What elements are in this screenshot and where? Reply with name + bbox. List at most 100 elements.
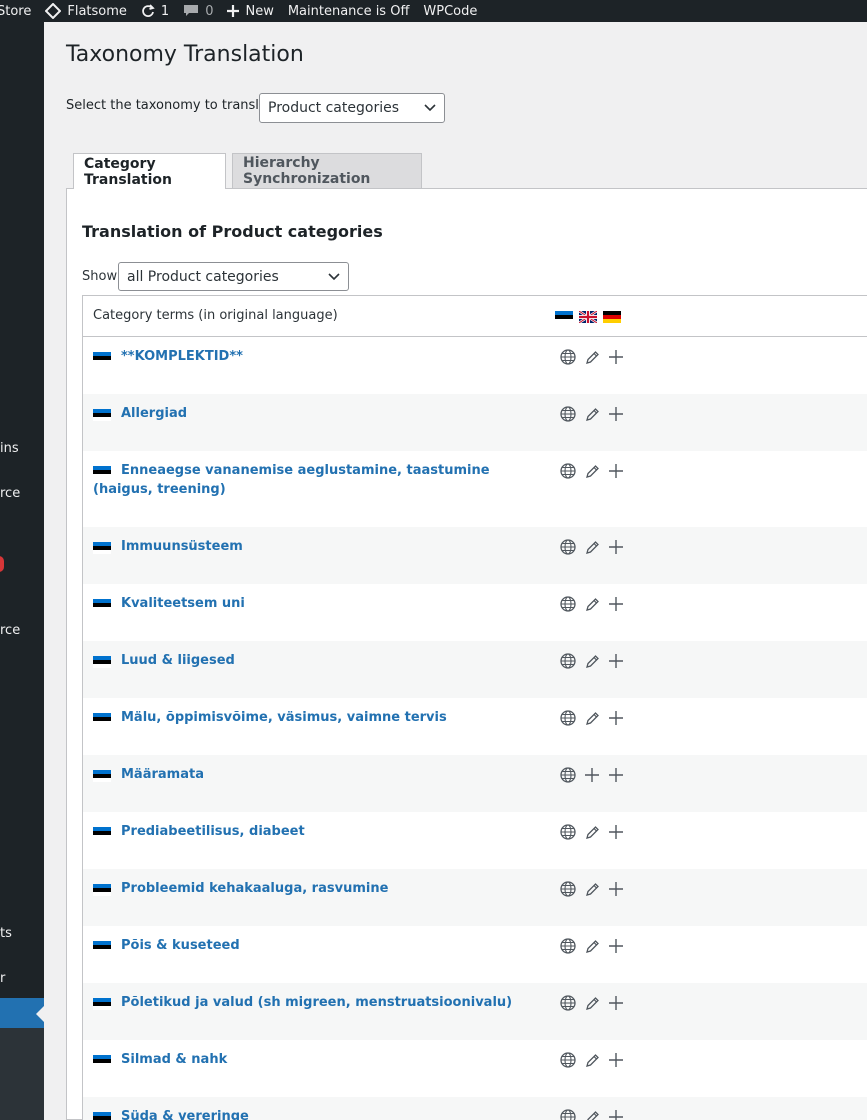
term-link[interactable]: Mälu, õppimisvõime, väsimus, vaimne terv… [93,708,513,727]
table-row: Põletikud ja valud (sh migreen, menstrua… [83,983,867,1040]
original-language-button[interactable] [556,1107,580,1120]
add-german-translation-button[interactable] [604,347,628,367]
add-german-translation-button[interactable] [604,1107,628,1120]
edit-english-translation-button[interactable] [580,879,604,899]
sidebar-item-plugins[interactable]: ins [0,441,19,456]
plus-icon [609,654,623,668]
admin-bar-theme[interactable]: Flatsome [45,0,127,22]
globe-icon [560,710,576,726]
add-german-translation-button[interactable] [604,1050,628,1070]
tab-hierarchy-synchronization[interactable]: Hierarchy Synchronization [232,153,422,188]
original-language-button[interactable] [556,651,580,671]
add-german-translation-button[interactable] [604,461,628,481]
globe-icon [560,1109,576,1120]
original-language-button[interactable] [556,404,580,424]
add-german-translation-button[interactable] [604,708,628,728]
original-language-button[interactable] [556,708,580,728]
edit-english-translation-button[interactable] [580,1050,604,1070]
table-row: Süda & vereringe [83,1097,867,1120]
pencil-icon [585,939,599,953]
pencil-icon [585,464,599,478]
sidebar-item-r[interactable]: r [0,971,5,986]
show-label: Show [82,269,118,284]
add-german-translation-button[interactable] [604,993,628,1013]
filter-select-value: all Product categories [127,268,279,285]
globe-icon [560,539,576,555]
original-language-button[interactable] [556,1050,580,1070]
edit-english-translation-button[interactable] [580,651,604,671]
tab-category-translation[interactable]: Category Translation [73,153,226,189]
original-language-button[interactable] [556,822,580,842]
plus-icon [609,464,623,478]
plus-icon [609,350,623,364]
sidebar-item-ts[interactable]: ts [0,926,12,941]
add-german-translation-button[interactable] [604,765,628,785]
term-link[interactable]: Põletikud ja valud (sh migreen, menstrua… [93,993,513,1012]
maintenance-label: Maintenance is Off [287,3,410,19]
new-label: New [245,3,274,19]
original-language-button[interactable] [556,993,580,1013]
term-link[interactable]: **KOMPLEKTID** [93,347,513,366]
term-link[interactable]: Enneaegse vananemise aeglustamine, taast… [93,461,513,499]
sidebar-submenu [0,1028,44,1120]
add-german-translation-button[interactable] [604,594,628,614]
globe-icon [560,767,576,783]
tab-label: Category Translation [84,155,172,188]
edit-english-translation-button[interactable] [580,404,604,424]
table-row: Allergiad [83,394,867,451]
term-link[interactable]: Immuunsüsteem [93,537,513,556]
edit-english-translation-button[interactable] [580,936,604,956]
original-language-button[interactable] [556,347,580,367]
edit-english-translation-button[interactable] [580,1107,604,1120]
original-language-button[interactable] [556,765,580,785]
taxonomy-select-value: Product categories [268,100,399,116]
pencil-icon [586,1110,599,1120]
comments-count: 0 [205,3,214,19]
translation-actions [556,765,628,785]
sidebar-item-commerce[interactable]: rce [0,486,20,501]
term-link[interactable]: Süda & vereringe [93,1107,513,1120]
translation-actions [556,347,628,367]
edit-english-translation-button[interactable] [580,461,604,481]
sidebar-item-commerce-2[interactable]: rce [0,623,20,638]
admin-bar-updates[interactable]: 1 [141,0,169,22]
admin-bar-maintenance[interactable]: Maintenance is Off [288,0,410,22]
edit-english-translation-button[interactable] [580,822,604,842]
original-language-button[interactable] [556,537,580,557]
edit-english-translation-button[interactable] [580,993,604,1013]
term-link[interactable]: Prediabeetilisus, diabeet [93,822,513,841]
term-link[interactable]: Luud & liigesed [93,651,513,670]
original-language-button[interactable] [556,594,580,614]
admin-bar-store[interactable]: Store [0,0,31,22]
term-link[interactable]: Määramata [93,765,513,784]
original-language-button[interactable] [556,461,580,481]
term-link[interactable]: Põis & kuseteed [93,936,513,955]
page-title: Taxonomy Translation [66,42,304,67]
globe-icon [560,938,576,954]
term-link[interactable]: Silmad & nahk [93,1050,513,1069]
edit-english-translation-button[interactable] [580,708,604,728]
admin-bar-comments[interactable]: 0 [183,0,213,22]
pencil-icon [585,597,599,611]
add-german-translation-button[interactable] [604,404,628,424]
edit-english-translation-button[interactable] [580,537,604,557]
filter-select[interactable]: all Product categories [118,262,349,291]
add-german-translation-button[interactable] [604,936,628,956]
term-link[interactable]: Allergiad [93,404,513,423]
term-link[interactable]: Kvaliteetsem uni [93,594,513,613]
original-language-button[interactable] [556,936,580,956]
original-language-button[interactable] [556,879,580,899]
table-row: Immuunsüsteem [83,527,867,584]
add-german-translation-button[interactable] [604,879,628,899]
translation-actions [556,708,628,728]
add-german-translation-button[interactable] [604,651,628,671]
add-english-translation-button[interactable] [580,765,604,785]
taxonomy-select[interactable]: Product categories [259,93,445,123]
admin-bar-wpcode[interactable]: WPCode [423,0,477,22]
add-german-translation-button[interactable] [604,822,628,842]
edit-english-translation-button[interactable] [580,347,604,367]
term-link[interactable]: Probleemid kehakaaluga, rasvumine [93,879,513,898]
add-german-translation-button[interactable] [604,537,628,557]
admin-bar-new[interactable]: New [227,0,274,22]
edit-english-translation-button[interactable] [580,594,604,614]
